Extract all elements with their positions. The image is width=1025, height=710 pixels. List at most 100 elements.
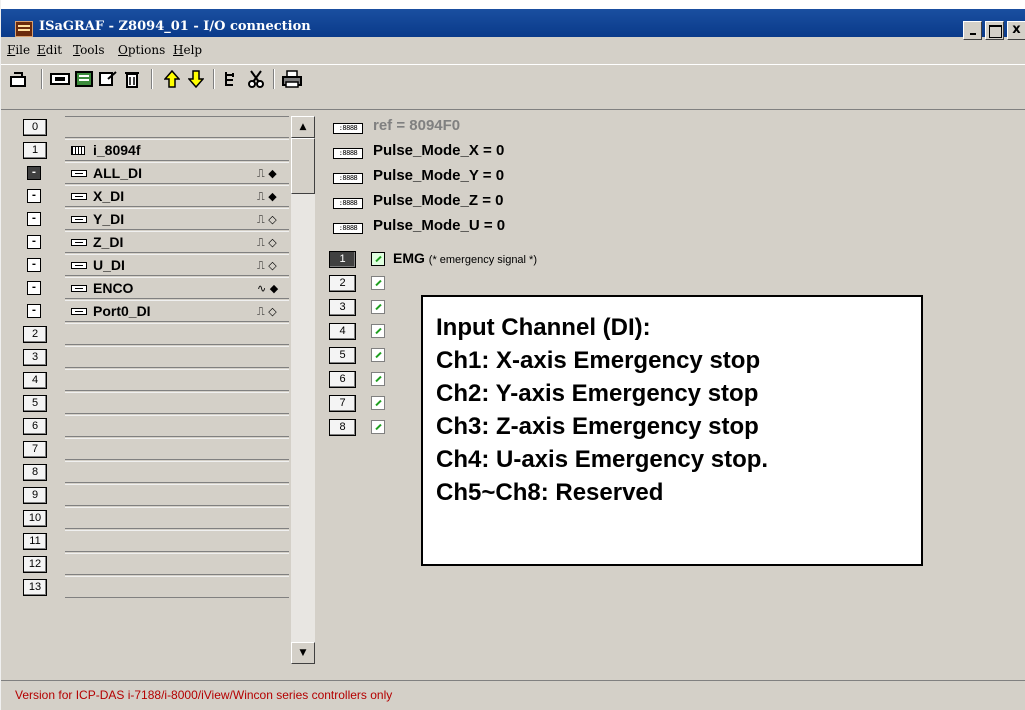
slot-field[interactable] [65, 530, 289, 552]
submodule-row[interactable]: - X_DI ⎍ ◆ [19, 185, 315, 207]
slot-row-3[interactable]: 3 [19, 346, 315, 368]
channel-number[interactable]: 5 [329, 347, 356, 364]
slot-field[interactable]: X_DI ⎍ ◆ [65, 185, 289, 207]
slot-field[interactable] [65, 507, 289, 529]
slot-field[interactable] [65, 392, 289, 414]
submodule-row[interactable]: - Y_DI ⎍ ◇ [19, 208, 315, 230]
slot-number[interactable]: 3 [23, 349, 47, 366]
submodule-row[interactable]: - ALL_DI ⎍ ◆ [19, 162, 315, 184]
slot-number[interactable]: 13 [23, 579, 47, 596]
collapse-button[interactable]: - [27, 281, 41, 295]
submodule-row[interactable]: - Port0_DI ⎍ ◇ [19, 300, 315, 322]
minimize-button[interactable] [963, 21, 982, 40]
menu-tools[interactable]: Tools [73, 43, 105, 57]
param-row[interactable]: :8888 ref = 8094F0 [327, 116, 927, 138]
slot-field[interactable] [65, 346, 289, 368]
slot-number[interactable]: 12 [23, 556, 47, 573]
slot-field[interactable]: Y_DI ⎍ ◇ [65, 208, 289, 230]
delete-icon[interactable] [121, 69, 143, 89]
slot-field[interactable]: U_DI ⎍ ◇ [65, 254, 289, 276]
slot-row-1[interactable]: 1 i_8094f [19, 139, 315, 161]
tree-icon[interactable] [221, 69, 243, 89]
slot-field[interactable]: ALL_DI ⎍ ◆ [65, 162, 289, 184]
param-row[interactable]: :8888 Pulse_Mode_Y = 0 [327, 166, 927, 188]
connect-icon[interactable] [97, 69, 119, 89]
slot-field[interactable] [65, 116, 289, 138]
channel-number[interactable]: 8 [329, 419, 356, 436]
cut-icon[interactable] [245, 69, 267, 89]
slot-row-11[interactable]: 11 [19, 530, 315, 552]
print-icon[interactable] [281, 69, 303, 89]
submodule-row[interactable]: - U_DI ⎍ ◇ [19, 254, 315, 276]
slot-field[interactable] [65, 576, 289, 598]
channel-row[interactable]: 1 EMG (* emergency signal *) [327, 248, 927, 270]
slot-number[interactable]: 10 [23, 510, 47, 527]
slot-row-7[interactable]: 7 [19, 438, 315, 460]
slot-field[interactable]: i_8094f [65, 139, 289, 161]
slot-row-5[interactable]: 5 [19, 392, 315, 414]
slot-row-0[interactable]: 0 [19, 116, 315, 138]
slot-row-13[interactable]: 13 [19, 576, 315, 598]
move-up-icon[interactable] [161, 69, 183, 89]
slot-number[interactable]: 11 [23, 533, 47, 550]
param-row[interactable]: :8888 Pulse_Mode_Z = 0 [327, 191, 927, 213]
slot-field[interactable]: ENCO ∿ ◆ [65, 277, 289, 299]
collapse-button[interactable]: - [27, 189, 41, 203]
menu-options[interactable]: Options [118, 43, 165, 57]
menu-help[interactable]: Help [173, 43, 202, 57]
slot-row-2[interactable]: 2 [19, 323, 315, 345]
slot-number[interactable]: 1 [23, 142, 47, 159]
slot-field[interactable] [65, 323, 289, 345]
channel-number[interactable]: 7 [329, 395, 356, 412]
scroll-down-icon[interactable]: ▼ [291, 642, 315, 664]
channel-number[interactable]: 6 [329, 371, 356, 388]
channel-number[interactable]: 2 [329, 275, 356, 292]
menu-edit[interactable]: Edit [37, 43, 62, 57]
maximize-button[interactable] [985, 21, 1004, 40]
open-board-icon[interactable] [7, 69, 29, 89]
move-down-icon[interactable] [185, 69, 207, 89]
slot-row-10[interactable]: 10 [19, 507, 315, 529]
channel-number[interactable]: 3 [329, 299, 356, 316]
slot-number[interactable]: 7 [23, 441, 47, 458]
param-row[interactable]: :8888 Pulse_Mode_U = 0 [327, 216, 927, 238]
slot-scrollbar[interactable]: ▲ ▼ [291, 116, 315, 664]
channel-number[interactable]: 4 [329, 323, 356, 340]
submodule-row[interactable]: - ENCO ∿ ◆ [19, 277, 315, 299]
title-bar[interactable]: ISaGRAF - Z8094_01 - I/O connection x [1, 0, 1025, 40]
board-icon[interactable] [49, 69, 71, 89]
slot-field[interactable]: Z_DI ⎍ ◇ [65, 231, 289, 253]
slot-field[interactable] [65, 461, 289, 483]
slot-row-4[interactable]: 4 [19, 369, 315, 391]
channel-number[interactable]: 1 [329, 251, 356, 268]
slot-number[interactable]: 9 [23, 487, 47, 504]
close-button[interactable]: x [1007, 21, 1025, 40]
collapse-button[interactable]: - [27, 235, 41, 249]
slot-number[interactable]: 8 [23, 464, 47, 481]
collapse-button[interactable]: - [27, 212, 41, 226]
app-icon[interactable] [15, 21, 33, 37]
collapse-button[interactable]: - [27, 304, 41, 318]
collapse-button[interactable]: - [27, 258, 41, 272]
submodule-row[interactable]: - Z_DI ⎍ ◇ [19, 231, 315, 253]
slot-number[interactable]: 4 [23, 372, 47, 389]
slot-number[interactable]: 6 [23, 418, 47, 435]
slot-field[interactable]: Port0_DI ⎍ ◇ [65, 300, 289, 322]
slot-row-6[interactable]: 6 [19, 415, 315, 437]
slot-field[interactable] [65, 484, 289, 506]
slot-row-9[interactable]: 9 [19, 484, 315, 506]
slot-number[interactable]: 2 [23, 326, 47, 343]
channel-row[interactable]: 2 [327, 272, 927, 294]
slot-field[interactable] [65, 438, 289, 460]
menu-file[interactable]: File [7, 43, 30, 57]
param-row[interactable]: :8888 Pulse_Mode_X = 0 [327, 141, 927, 163]
slot-number[interactable]: 0 [23, 119, 47, 136]
slot-field[interactable] [65, 415, 289, 437]
slot-field[interactable] [65, 369, 289, 391]
slot-number[interactable]: 5 [23, 395, 47, 412]
scroll-up-icon[interactable]: ▲ [291, 116, 315, 138]
collapse-button[interactable]: - [27, 166, 41, 180]
slot-field[interactable] [65, 553, 289, 575]
slot-row-8[interactable]: 8 [19, 461, 315, 483]
scroll-thumb[interactable] [291, 138, 315, 194]
